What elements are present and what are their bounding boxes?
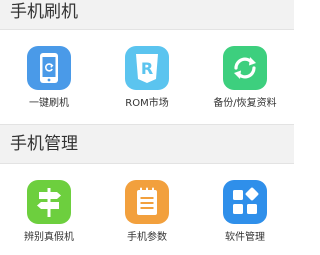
phone-specs-label: 手机参数 bbox=[127, 232, 167, 243]
tool-grid-flash: 一键刷机 R ROM市场 备份/恢复资料 bbox=[0, 31, 294, 121]
one-click-flash-button[interactable]: 一键刷机 bbox=[0, 31, 98, 121]
section-title-flash: 手机刷机 bbox=[10, 2, 78, 22]
phone-refresh-icon bbox=[27, 46, 71, 90]
section-title-manage: 手机管理 bbox=[10, 134, 78, 154]
app-grid-icon bbox=[223, 180, 267, 224]
backup-restore-button[interactable]: 备份/恢复资料 bbox=[196, 31, 294, 121]
rom-market-label: ROM市场 bbox=[125, 98, 169, 109]
svg-text:R: R bbox=[141, 59, 153, 78]
section-header-manage: 手机管理 bbox=[0, 124, 294, 164]
software-manage-label: 软件管理 bbox=[225, 232, 265, 243]
verify-device-button[interactable]: 辨别真假机 bbox=[0, 165, 98, 255]
backup-restore-label: 备份/恢复资料 bbox=[213, 98, 277, 109]
section-header-flash: 手机刷机 bbox=[0, 0, 294, 30]
one-click-flash-label: 一键刷机 bbox=[29, 98, 69, 109]
signpost-icon bbox=[27, 180, 71, 224]
rom-market-button[interactable]: R ROM市场 bbox=[98, 31, 196, 121]
verify-device-label: 辨别真假机 bbox=[24, 232, 74, 243]
sync-arrows-icon bbox=[223, 46, 267, 90]
software-manage-button[interactable]: 软件管理 bbox=[196, 165, 294, 255]
notepad-icon bbox=[125, 180, 169, 224]
phone-specs-button[interactable]: 手机参数 bbox=[98, 165, 196, 255]
rom-shield-icon: R bbox=[125, 46, 169, 90]
tool-grid-manage: 辨别真假机 手机参数 软件管理 bbox=[0, 165, 294, 255]
